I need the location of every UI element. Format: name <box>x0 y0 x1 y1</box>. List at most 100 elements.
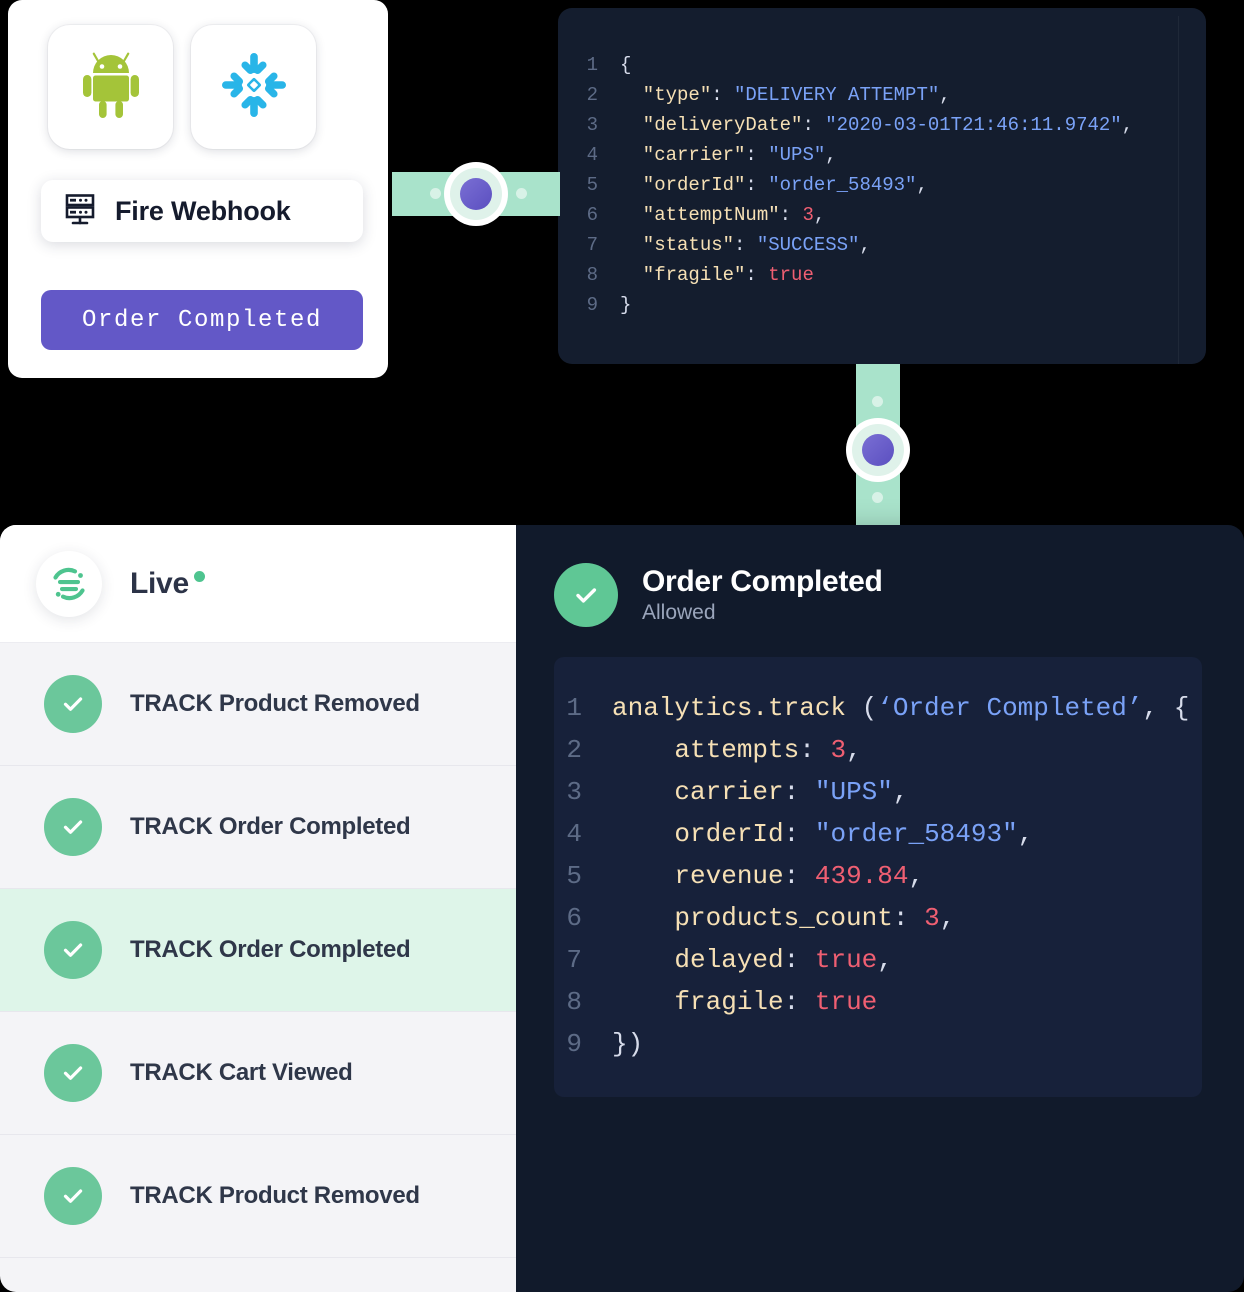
snowflake-tile[interactable] <box>191 25 316 149</box>
code-line: 7 delayed: true, <box>554 939 1202 981</box>
code-line: 3 "deliveryDate": "2020-03-01T21:46:11.9… <box>578 110 1134 140</box>
webhook-payload-panel: 1{2 "type": "DELIVERY ATTEMPT", 3 "delive… <box>558 8 1206 364</box>
code-text: fragile: true <box>612 987 878 1017</box>
line-number: 2 <box>586 84 598 106</box>
event-row[interactable]: TRACK Order Completed <box>0 889 516 1012</box>
webhook-payload-code: 1{2 "type": "DELIVERY ATTEMPT", 3 "delive… <box>578 50 1134 320</box>
event-row[interactable]: TRACK Order Completed <box>0 766 516 889</box>
code-text: analytics.track (‘Order Completed’, { <box>612 693 1190 723</box>
code-line: 9} <box>578 290 1133 320</box>
code-text: }) <box>612 1029 644 1059</box>
code-text: delayed: true, <box>612 945 893 975</box>
code-text: { <box>620 54 632 76</box>
fire-webhook-action[interactable]: Fire Webhook <box>41 180 363 242</box>
code-text: "type": "DELIVERY ATTEMPT", <box>620 84 951 106</box>
code-line: 4 "carrier": "UPS", <box>578 140 1133 170</box>
snowflake-icon <box>218 49 290 126</box>
connector-dot-top <box>872 396 883 407</box>
line-number: 9 <box>586 294 598 316</box>
code-text: "carrier": "UPS", <box>620 144 837 166</box>
code-line: 5 "orderId": "order_58493", <box>578 170 1133 200</box>
server-rack-icon <box>65 193 99 230</box>
android-icon <box>80 51 142 124</box>
line-number: 6 <box>566 903 582 933</box>
event-row-label: TRACK Cart Viewed <box>130 1059 353 1086</box>
line-number: 1 <box>586 54 598 76</box>
code-line: 8 fragile: true <box>554 981 1202 1023</box>
code-text: } <box>620 294 632 316</box>
order-completed-button[interactable]: Order Completed <box>41 290 363 350</box>
live-status: Live <box>130 567 205 601</box>
check-circle-icon <box>44 798 102 856</box>
event-detail-titles: Order Completed Allowed <box>642 565 883 625</box>
source-card: Fire Webhook Order Completed <box>8 0 388 378</box>
event-stream-header: Live <box>0 525 516 643</box>
analytics-track-code: 1 analytics.track (‘Order Completed’, { 2 … <box>554 687 1202 1065</box>
line-number: 4 <box>586 144 598 166</box>
code-text: attempts: 3, <box>612 735 862 765</box>
code-text: "fragile": true <box>620 264 814 286</box>
code-text: carrier: "UPS", <box>612 777 909 807</box>
integration-icons <box>48 25 316 149</box>
line-number: 7 <box>586 234 598 256</box>
code-text: "deliveryDate": "2020-03-01T21:46:11.974… <box>620 114 1134 136</box>
code-line: 6 products_count: 3, <box>554 897 1202 939</box>
connector-node-horizontal[interactable] <box>444 162 508 226</box>
event-row-label: TRACK Product Removed <box>130 690 420 717</box>
event-detail-code-block: 1 analytics.track (‘Order Completed’, { 2 … <box>554 657 1202 1097</box>
fire-webhook-label: Fire Webhook <box>115 195 291 226</box>
check-circle-icon <box>44 675 102 733</box>
code-text: "status": "SUCCESS", <box>620 234 871 256</box>
code-text: orderId: "order_58493", <box>612 819 1034 849</box>
connector-node-vertical[interactable] <box>846 418 910 482</box>
event-row-label: TRACK Order Completed <box>130 936 411 963</box>
line-number: 5 <box>586 174 598 196</box>
line-number: 7 <box>566 945 582 975</box>
segment-logo <box>36 550 102 617</box>
check-circle-icon <box>554 563 618 627</box>
code-line: 9}) <box>554 1023 1202 1065</box>
code-line: 2 attempts: 3, <box>554 729 1202 771</box>
code-line: 6 "attemptNum": 3, <box>578 200 1133 230</box>
line-number: 5 <box>566 861 582 891</box>
live-label: Live <box>130 566 189 600</box>
code-text: "orderId": "order_58493", <box>620 174 928 196</box>
code-text: "attemptNum": 3, <box>620 204 826 226</box>
line-number: 2 <box>566 735 582 765</box>
event-detail-title: Order Completed <box>642 565 883 598</box>
line-number: 3 <box>566 777 582 807</box>
code-line: 1{ <box>578 50 1133 80</box>
code-line: 2 "type": "DELIVERY ATTEMPT", <box>578 80 1133 110</box>
event-row[interactable]: TRACK Product Removed <box>0 1135 516 1258</box>
line-number: 9 <box>566 1029 582 1059</box>
check-circle-icon <box>44 1044 102 1102</box>
event-row-label: TRACK Order Completed <box>130 813 411 840</box>
code-line: 7 "status": "SUCCESS", <box>578 230 1133 260</box>
code-line: 8 "fragile": true <box>578 260 1133 290</box>
event-row-label: TRACK Product Removed <box>130 1182 420 1209</box>
event-row[interactable]: TRACK Cart Viewed <box>0 1012 516 1135</box>
line-number: 6 <box>586 204 598 226</box>
event-rows: TRACK Product Removed TRACK Order Complet… <box>0 643 516 1292</box>
check-circle-icon <box>44 1167 102 1225</box>
code-text: products_count: 3, <box>612 903 956 933</box>
line-number: 1 <box>566 693 582 723</box>
connector-dot-bottom <box>872 492 883 503</box>
code-line: 4 orderId: "order_58493", <box>554 813 1202 855</box>
line-number: 8 <box>566 987 582 1017</box>
line-number: 8 <box>586 264 598 286</box>
event-detail-header: Order Completed Allowed <box>554 563 1244 627</box>
event-stream-panel: Live TRACK Product Removed TRACK Order Co… <box>0 525 1244 1292</box>
diagram-stage: Fire Webhook Order Completed 1{2 "type":… <box>0 0 1244 1292</box>
event-stream-list-column: Live TRACK Product Removed TRACK Order Co… <box>0 525 516 1292</box>
connector-dot-left <box>430 188 441 199</box>
connector-node-core <box>862 434 894 466</box>
android-tile[interactable] <box>48 25 173 149</box>
event-row[interactable]: TRACK Product Removed <box>0 643 516 766</box>
event-detail-column: Order Completed Allowed 1 analytics.track… <box>516 525 1244 1292</box>
code-line: 1 analytics.track (‘Order Completed’, { <box>554 687 1202 729</box>
connector-node-core <box>460 178 492 210</box>
connector-dot-right <box>516 188 527 199</box>
line-number: 3 <box>586 114 598 136</box>
code-gutter-divider <box>1178 16 1179 364</box>
